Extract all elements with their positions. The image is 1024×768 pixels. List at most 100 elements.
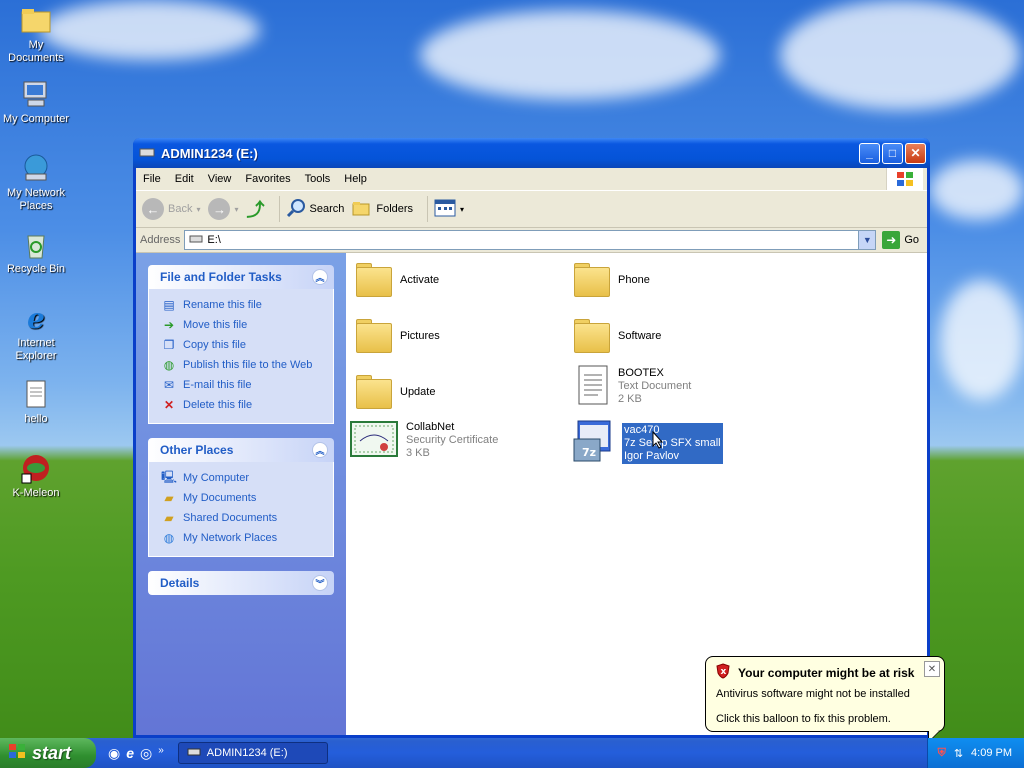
search-button[interactable]: Search xyxy=(286,198,344,221)
expand-icon[interactable]: ︾ xyxy=(312,575,328,591)
desktop-icon-my-computer[interactable]: My Computer xyxy=(2,78,70,126)
file-type: Security Certificate xyxy=(406,434,499,446)
balloon-message-2: Click this balloon to fix this problem. xyxy=(716,713,891,725)
menu-help[interactable]: Help xyxy=(337,173,374,185)
collapse-icon[interactable]: ︽ xyxy=(312,269,328,285)
go-button[interactable]: ➜ Go xyxy=(882,231,919,249)
place-my-network-places[interactable]: ◍ My Network Places xyxy=(161,528,333,548)
views-button[interactable]: ▾ xyxy=(434,199,464,220)
back-button[interactable]: ← Back ▾ xyxy=(142,198,200,220)
collapse-icon[interactable]: ︽ xyxy=(312,442,328,458)
task-copy-file[interactable]: ❐ Copy this file xyxy=(161,335,333,355)
place-shared-documents[interactable]: ▰ Shared Documents xyxy=(161,508,333,528)
other-places-header[interactable]: Other Places ︽ xyxy=(148,438,334,462)
taskbar-window-button[interactable]: ADMIN1234 (E:) xyxy=(177,742,328,764)
media-player-icon[interactable]: ◎ xyxy=(140,745,152,762)
task-label: Publish this file to the Web xyxy=(183,359,313,371)
place-label: My Documents xyxy=(183,492,257,504)
internet-explorer-icon[interactable]: e xyxy=(126,745,134,762)
balloon-title: Your computer might be at risk xyxy=(738,665,915,680)
desktop-icon-label: My Computer xyxy=(2,113,70,125)
file-item-vac470[interactable]: 7z vac470 7z Setup SFX small Igor Pavlov xyxy=(570,419,770,468)
text-document-icon xyxy=(576,363,610,410)
svg-text:e: e xyxy=(27,302,45,334)
clock[interactable]: 4:09 PM xyxy=(971,747,1012,759)
svg-text:x: x xyxy=(721,667,727,677)
forward-button[interactable]: → ▾ xyxy=(208,198,239,220)
back-arrow-icon: ← xyxy=(142,198,164,220)
file-folder-tasks-header[interactable]: File and Folder Tasks ︽ xyxy=(148,265,334,289)
maximize-button[interactable]: □ xyxy=(882,142,903,164)
task-label: Move this file xyxy=(183,319,248,331)
desktop-icon-label: My Network Places xyxy=(6,187,66,212)
security-center-icon[interactable]: ⛨ xyxy=(938,747,946,760)
panel-title: Details xyxy=(160,576,200,590)
folder-icon xyxy=(354,375,392,409)
address-dropdown-button[interactable]: ▼ xyxy=(859,230,877,250)
windows-logo-icon xyxy=(8,743,26,764)
show-desktop-icon[interactable]: ◉ xyxy=(108,745,120,762)
folders-label: Folders xyxy=(376,203,414,215)
file-type: Text Document xyxy=(618,380,692,392)
file-name: Phone xyxy=(618,273,650,286)
chevron-down-icon: ▾ xyxy=(460,204,465,214)
computer-icon xyxy=(20,78,52,110)
task-delete-file[interactable]: ✕ Delete this file xyxy=(161,395,333,415)
menu-favorites[interactable]: Favorites xyxy=(238,173,297,185)
desktop-icon-my-network-places[interactable]: My Network Places xyxy=(2,152,70,213)
chevron-down-icon: ▾ xyxy=(196,204,201,214)
menu-view[interactable]: View xyxy=(201,173,239,185)
drive-icon xyxy=(189,234,203,247)
task-move-file[interactable]: ➔ Move this file xyxy=(161,315,333,335)
file-item-bootex[interactable]: BOOTEX Text Document 2 KB xyxy=(576,363,776,410)
address-input[interactable]: E:\ xyxy=(184,230,860,250)
desktop-icon-hello[interactable]: hello xyxy=(2,378,70,426)
place-my-computer[interactable]: 🖳 My Computer xyxy=(161,468,333,488)
details-header[interactable]: Details ︾ xyxy=(148,571,334,595)
network-status-icon[interactable]: ⇅ xyxy=(954,747,963,760)
file-name: vac470 xyxy=(624,424,660,436)
quick-launch-overflow-icon[interactable]: » xyxy=(158,745,164,762)
menu-edit[interactable]: Edit xyxy=(168,173,201,185)
file-item-software[interactable]: Software xyxy=(572,319,772,353)
task-email-file[interactable]: ✉ E-mail this file xyxy=(161,375,333,395)
window-title: ADMIN1234 (E:) xyxy=(161,145,258,161)
minimize-button[interactable]: _ xyxy=(859,142,880,164)
up-folder-button[interactable]: ⤴ xyxy=(247,196,265,222)
desktop-icon-recycle-bin[interactable]: Recycle Bin xyxy=(2,228,70,276)
file-item-activate[interactable]: Activate xyxy=(354,263,554,297)
start-label: start xyxy=(32,742,72,763)
file-item-pictures[interactable]: Pictures xyxy=(354,319,554,353)
file-size: 3 KB xyxy=(406,447,430,459)
file-item-phone[interactable]: Phone xyxy=(572,263,772,297)
desktop-icon-internet-explorer[interactable]: e Internet Explorer xyxy=(2,302,70,363)
network-icon xyxy=(20,152,52,184)
security-alert-balloon[interactable]: x Your computer might be at risk ✕ Antiv… xyxy=(705,656,945,743)
svg-text:7z: 7z xyxy=(582,446,596,459)
task-publish-web[interactable]: ◍ Publish this file to the Web xyxy=(161,355,333,375)
file-item-update[interactable]: Update xyxy=(354,375,554,409)
task-rename-file[interactable]: ▤ Rename this file xyxy=(161,295,333,315)
window-titlebar[interactable]: ADMIN1234 (E:) _ □ ✕ xyxy=(133,138,930,168)
desktop-icon-k-meleon[interactable]: K-Meleon xyxy=(2,452,70,500)
desktop-icon-my-documents[interactable]: My Documents xyxy=(2,4,70,65)
task-label: Copy this file xyxy=(183,339,246,351)
file-item-collabnet[interactable]: CollabNet Security Certificate 3 KB xyxy=(350,421,550,460)
close-button[interactable]: ✕ xyxy=(905,142,926,164)
shield-alert-icon: x xyxy=(716,663,730,682)
rename-icon: ▤ xyxy=(163,298,175,312)
folders-button[interactable]: Folders xyxy=(352,199,413,220)
desktop-icon-label: Recycle Bin xyxy=(6,263,66,275)
balloon-close-button[interactable]: ✕ xyxy=(924,661,940,677)
quick-launch: ◉ e ◎ » xyxy=(108,745,164,762)
place-label: Shared Documents xyxy=(183,512,278,524)
file-name: CollabNet xyxy=(406,421,455,433)
menu-tools[interactable]: Tools xyxy=(298,173,338,185)
panel-title: Other Places xyxy=(160,443,234,457)
start-button[interactable]: start xyxy=(0,738,96,768)
address-label: Address xyxy=(140,234,181,246)
menu-file[interactable]: File xyxy=(136,173,168,185)
place-my-documents[interactable]: ▰ My Documents xyxy=(161,488,333,508)
balloon-message-1: Antivirus software might not be installe… xyxy=(716,688,910,700)
desktop-icon-label: Internet Explorer xyxy=(15,337,57,362)
